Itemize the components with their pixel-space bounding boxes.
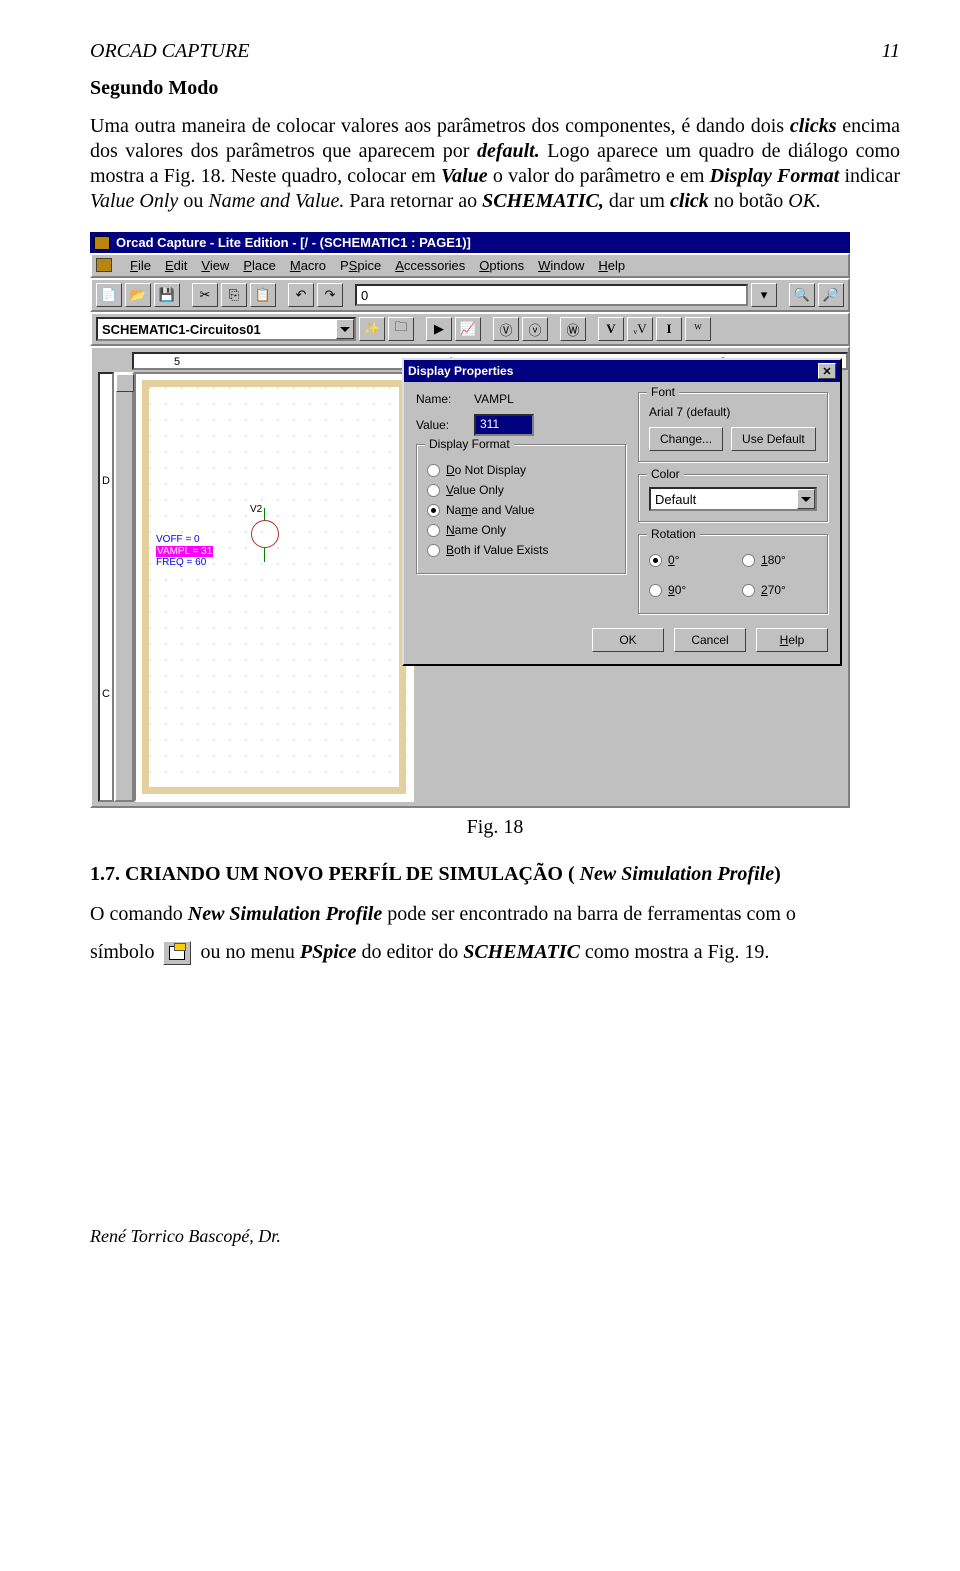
menu-file[interactable]: File	[130, 258, 151, 273]
workspace: 5 4 3 D C V2 VOFF = 0 VAMPL = 31 FREQ = …	[90, 346, 850, 808]
new-sim-profile-icon	[163, 941, 191, 965]
color-combo[interactable]: Default	[649, 487, 817, 511]
undo-button[interactable]: ↶	[288, 283, 314, 307]
doc-header: ORCAD CAPTURE	[90, 40, 249, 63]
param-vampl-selected[interactable]: VAMPL = 31	[156, 546, 213, 558]
menu-pspice[interactable]: PSpice	[340, 258, 381, 273]
use-default-font-button[interactable]: Use Default	[731, 427, 816, 451]
font-group: Arial 7 (default) Change... Use Default	[638, 392, 828, 462]
app-titlebar: Orcad Capture - Lite Edition - [/ - (SCH…	[90, 232, 850, 253]
vprobe2-button[interactable]: ⓥ	[522, 317, 548, 341]
wire	[264, 508, 265, 520]
app-title: Orcad Capture - Lite Edition - [/ - (SCH…	[116, 235, 471, 250]
menu-view[interactable]: View	[201, 258, 229, 273]
app-icon	[94, 236, 110, 250]
chevron-down-icon[interactable]	[336, 319, 354, 339]
zoom-dropdown[interactable]: ▾	[751, 283, 777, 307]
radio-rot-90[interactable]	[649, 584, 662, 597]
marker-v-button[interactable]: V	[598, 317, 624, 341]
new-sim-profile-button[interactable]: ✨	[359, 317, 385, 341]
wprobe-button[interactable]: Ⓦ	[560, 317, 586, 341]
page-number: 11	[881, 40, 900, 63]
doc-vscroll-left[interactable]	[114, 372, 134, 802]
section-title: 1.7. CRIANDO UM NOVO PERFÍL DE SIMULAÇÃO…	[90, 863, 900, 886]
menu-accessories[interactable]: Accessories	[395, 258, 465, 273]
menu-macro[interactable]: Macro	[290, 258, 326, 273]
menu-window[interactable]: Window	[538, 258, 584, 273]
orcad-app-window: Orcad Capture - Lite Edition - [/ - (SCH…	[90, 232, 850, 808]
sine-source-icon	[251, 520, 279, 548]
chevron-down-icon[interactable]	[797, 489, 815, 509]
cut-button[interactable]: ✂	[192, 283, 218, 307]
menubar: File Edit View Place Macro PSpice Access…	[90, 253, 850, 278]
redo-button[interactable]: ↷	[317, 283, 343, 307]
menu-help[interactable]: Help	[598, 258, 625, 273]
paragraph-1: Uma outra maneira de colocar valores aos…	[90, 114, 900, 214]
marker-dv-button[interactable]: ᵥV	[627, 317, 653, 341]
open-button[interactable]: 📂	[125, 283, 151, 307]
display-format-group: Do Not Display Value Only Name and Value…	[416, 444, 626, 574]
figure-caption: Fig. 18	[90, 816, 900, 839]
vertical-ruler: D C	[98, 372, 114, 802]
toolbar-main: 📄 📂 💾 ✂ ⎘ 📋 ↶ ↷ 0 ▾ 🔍 🔎	[90, 278, 850, 312]
font-text: Arial 7 (default)	[649, 405, 817, 419]
value-label: Value:	[416, 418, 466, 432]
param-voff[interactable]: VOFF = 0	[156, 534, 213, 546]
zoom-in-button[interactable]: 🔍	[789, 283, 815, 307]
menu-options[interactable]: Options	[479, 258, 524, 273]
copy-button[interactable]: ⎘	[221, 283, 247, 307]
color-group: Default	[638, 474, 828, 522]
cancel-button[interactable]: Cancel	[674, 628, 746, 652]
save-button[interactable]: 💾	[154, 283, 180, 307]
view-results-button[interactable]: 📈	[455, 317, 481, 341]
new-button[interactable]: 📄	[96, 283, 122, 307]
rotation-group: 0° 180° 90° 270°	[638, 534, 828, 614]
menu-edit[interactable]: Edit	[165, 258, 187, 273]
radio-name-only[interactable]	[427, 524, 440, 537]
edit-sim-button[interactable]: 🗀	[388, 317, 414, 341]
vprobe-button[interactable]: Ⓥ	[493, 317, 519, 341]
radio-both-if-exists[interactable]	[427, 544, 440, 557]
wire	[264, 548, 265, 562]
name-label: Name:	[416, 392, 466, 406]
vsource-component[interactable]: V2 VOFF = 0 VAMPL = 31 FREQ = 60	[156, 534, 213, 569]
value-input[interactable]: 311	[474, 414, 534, 436]
paste-button[interactable]: 📋	[250, 283, 276, 307]
zoom-field[interactable]: 0	[355, 284, 748, 306]
display-properties-dialog: Display Properties ✕ Name: VAMPL Value:	[402, 358, 842, 666]
paragraph-3: símbolo ou no menu PSpice do editor do S…	[90, 938, 900, 966]
doc-sys-icon[interactable]	[96, 258, 112, 272]
radio-value-only[interactable]	[427, 484, 440, 497]
toolbar-design: SCHEMATIC1-Circuitos01 ✨ 🗀 ▶ 📈 Ⓥ ⓥ Ⓦ V ᵥ…	[90, 312, 850, 346]
run-button[interactable]: ▶	[426, 317, 452, 341]
footer-author: René Torrico Bascopé, Dr.	[90, 1226, 900, 1247]
marker-w-button[interactable]: ᵂ	[685, 317, 711, 341]
zoom-out-button[interactable]: 🔎	[818, 283, 844, 307]
radio-rot-0[interactable]	[649, 554, 662, 567]
close-button[interactable]: ✕	[818, 363, 836, 379]
paragraph-2: O comando New Simulation Profile pode se…	[90, 900, 900, 928]
menu-place[interactable]: Place	[243, 258, 276, 273]
marker-i-button[interactable]: I	[656, 317, 682, 341]
schematic-canvas[interactable]: V2 VOFF = 0 VAMPL = 31 FREQ = 60	[134, 372, 414, 802]
mode-title: Segundo Modo	[90, 77, 900, 100]
dialog-titlebar: Display Properties ✕	[404, 360, 840, 382]
radio-rot-270[interactable]	[742, 584, 755, 597]
radio-do-not-display[interactable]	[427, 464, 440, 477]
radio-name-and-value[interactable]	[427, 504, 440, 517]
param-freq[interactable]: FREQ = 60	[156, 557, 213, 569]
name-value: VAMPL	[474, 392, 514, 406]
component-refdes: V2	[250, 504, 262, 515]
ok-button[interactable]: OK	[592, 628, 664, 652]
help-button[interactable]: Help	[756, 628, 828, 652]
design-combo[interactable]: SCHEMATIC1-Circuitos01	[96, 317, 356, 341]
change-font-button[interactable]: Change...	[649, 427, 723, 451]
radio-rot-180[interactable]	[742, 554, 755, 567]
